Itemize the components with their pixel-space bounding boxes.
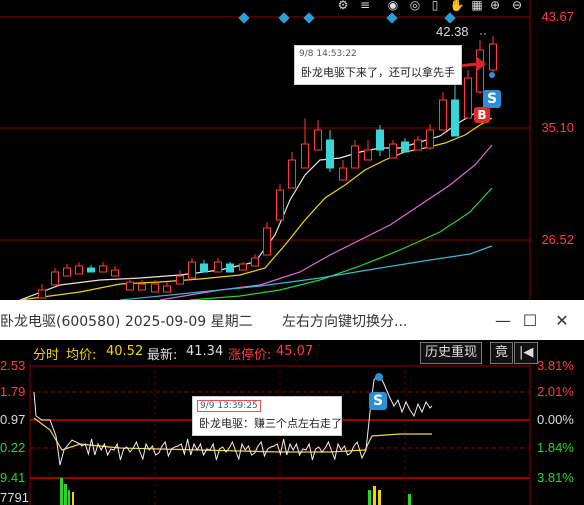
window-titlebar[interactable]: 卧龙电驱(600580) 2025-09-09 星期二 左右方向键切换分... … xyxy=(0,300,584,341)
ma-line-green xyxy=(189,187,493,300)
candle-body xyxy=(314,129,322,151)
bid-button[interactable]: 竟 xyxy=(490,342,514,364)
eye-icon[interactable]: ◉ xyxy=(386,0,400,12)
candle-body xyxy=(301,143,309,169)
close-button[interactable]: ✕ xyxy=(550,308,574,332)
trade-note-popup[interactable]: 9/9 13:39:25 卧龙电驱：赚三个点左右走了 xyxy=(192,396,342,436)
candle-body xyxy=(138,283,146,291)
candle-body xyxy=(326,139,334,169)
hand-icon[interactable]: ✋ xyxy=(450,0,465,12)
diamond-markers xyxy=(230,12,470,28)
label-limit: 涨停价: xyxy=(228,348,272,363)
candle-body xyxy=(126,281,134,291)
candle-body xyxy=(214,261,222,273)
label-avg: 均价: xyxy=(66,348,97,363)
list-icon[interactable]: ≡ xyxy=(358,0,372,12)
candle-body xyxy=(351,145,359,169)
history-replay-button[interactable]: 历史重现 xyxy=(420,342,483,364)
right-axis-label: 3.81% xyxy=(537,358,574,373)
left-axis-label: 1.79 xyxy=(0,384,26,399)
left-axis-label: 0.97 xyxy=(0,412,26,427)
candle-body xyxy=(63,267,71,277)
candle-body xyxy=(75,265,83,275)
price-label-low: 26.52 xyxy=(541,232,574,247)
candle-body xyxy=(163,285,171,293)
right-axis-label: 2.01% xyxy=(537,384,574,399)
candle-body xyxy=(389,143,397,159)
left-axis-label: 2.53 xyxy=(0,358,26,373)
candle-body xyxy=(288,159,296,189)
grid-icon[interactable]: ▦ xyxy=(470,0,484,12)
candle-body xyxy=(38,289,46,299)
last-high-label: 42.38 xyxy=(436,24,469,39)
latest-value: 41.34 xyxy=(186,344,224,359)
maximize-button[interactable]: ☐ xyxy=(518,308,542,332)
candle-body xyxy=(489,43,497,71)
chart-toolbar: ⚙ ≡ ◉ ◎ ▯ ✋ ▦ ⊕ ⊖ xyxy=(336,0,532,12)
minimize-button[interactable]: — xyxy=(491,308,515,332)
price-label-mid: 35.10 xyxy=(541,120,574,135)
volume-bars xyxy=(60,478,411,505)
trade-note-popup[interactable]: 9/8 14:53:22 卧龙电驱下来了，还可以拿先手 xyxy=(294,45,462,85)
candle-body xyxy=(51,271,59,286)
settings-icon[interactable]: ⚙ xyxy=(336,0,350,12)
candle-body xyxy=(364,149,372,161)
right-axis-label: 3.81% xyxy=(537,470,574,485)
trash-icon[interactable]: ▯ xyxy=(428,0,442,12)
candle-body xyxy=(339,167,347,181)
label-latest: 最新: xyxy=(147,348,178,363)
trade-dot xyxy=(489,72,495,78)
candle-body xyxy=(251,257,259,267)
ma-line-cyan xyxy=(119,245,493,300)
avg-value: 40.52 xyxy=(106,344,144,359)
left-axis-label: 0.22 xyxy=(0,440,26,455)
limit-value: 45.07 xyxy=(276,344,314,359)
window-title: 卧龙电驱(600580) 2025-09-09 星期二 xyxy=(0,314,253,330)
note-text: 卧龙电驱下来了，还可以拿先手 xyxy=(301,66,455,79)
note-time: 9/9 13:39:25 xyxy=(197,400,261,412)
candle-body xyxy=(426,129,434,149)
note-time: 9/8 14:53:22 xyxy=(299,49,357,59)
label-fenshi: 分时 xyxy=(33,348,60,363)
candle-body xyxy=(87,267,95,273)
right-axis-label: 0.00% xyxy=(537,412,574,427)
kline-svg xyxy=(0,0,531,300)
candle-body xyxy=(451,99,459,137)
left-axis-label: 9.41 xyxy=(0,470,26,485)
sell-marker[interactable]: S xyxy=(369,392,387,410)
candle-body xyxy=(188,261,196,279)
candle-body xyxy=(439,99,447,131)
kline-chart[interactable]: ⚙ ≡ ◉ ◎ ▯ ✋ ▦ ⊕ ⊖ 43.67 35.10 26.52 42.3… xyxy=(0,0,584,300)
candle-body xyxy=(464,77,472,119)
intraday-chart[interactable]: 分时 均价: 40.52 最新: 41.34 涨停价: 45.07 历史重现 竟… xyxy=(0,340,584,505)
right-axis-label: 1.84% xyxy=(537,440,574,455)
candle-body xyxy=(376,129,384,151)
candle-body xyxy=(239,263,247,271)
candle-body xyxy=(176,275,184,285)
buy-marker[interactable]: B xyxy=(474,107,490,123)
left-axis-label: 7791 xyxy=(0,490,29,505)
zoom-in-icon[interactable]: ⊕ xyxy=(488,0,502,12)
price-label-high: 43.67 xyxy=(541,9,574,24)
candle-body xyxy=(111,269,119,277)
note-text: 卧龙电驱：赚三个点左右走了 xyxy=(199,417,342,430)
candle-body xyxy=(99,265,107,273)
candle-body xyxy=(414,139,422,151)
candle-body xyxy=(476,49,484,93)
window-hint: 左右方向键切换分... xyxy=(282,314,408,330)
prev-button[interactable]: |◀ xyxy=(514,342,539,364)
sell-marker[interactable]: S xyxy=(483,90,501,108)
candle-body xyxy=(200,263,208,273)
eye-off-icon[interactable]: ◎ xyxy=(408,0,422,12)
candle-body xyxy=(401,141,409,153)
candle-body xyxy=(226,263,234,273)
candle-body xyxy=(276,189,284,221)
candle-body xyxy=(151,283,159,293)
zoom-out-icon[interactable]: ⊖ xyxy=(510,0,524,12)
candle-body xyxy=(263,227,271,256)
